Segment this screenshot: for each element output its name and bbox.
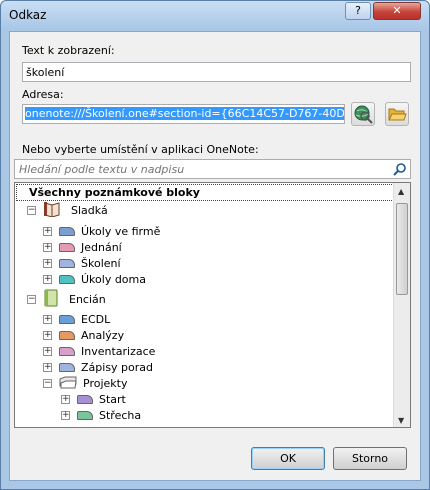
expand-box-icon[interactable]: + [43,362,52,372]
scroll-thumb[interactable] [396,203,408,295]
section-tab-icon [77,394,93,404]
browse-web-button[interactable] [351,102,375,126]
expand-box-icon[interactable]: + [43,346,52,356]
address-text: onenote:///Školení.one#section-id={66C14… [25,107,344,120]
title-bar: Odkaz ? ✕ [1,1,429,29]
tree-item[interactable]: + Analýzy [43,327,124,343]
help-button[interactable]: ? [345,2,371,20]
link-dialog: Odkaz ? ✕ Text k zobrazení: školení Adre… [0,0,430,490]
expand-box-icon[interactable]: + [43,314,52,324]
tree-item-label: Zápisy porad [81,360,154,374]
expand-box-icon[interactable]: + [43,330,52,340]
tree-item-partial: − [27,423,43,427]
collapse-box-icon[interactable]: − [27,426,36,427]
text-field[interactable]: školení [22,62,411,82]
dialog-body: Text k zobrazení: školení Adresa: onenot… [9,31,421,481]
folder-open-icon [388,108,407,121]
cancel-button[interactable]: Storno [333,447,407,470]
section-tab-icon [59,346,75,356]
section-group-icon [59,375,77,392]
tree-item[interactable]: + Střecha [61,407,141,423]
collapse-box-icon[interactable]: − [27,205,36,215]
tree-item[interactable]: + Jednání [43,239,122,255]
tree-item-label: Úkoly ve firmě [81,224,161,238]
tree-item-label: Střecha [99,408,142,422]
tree-item-label: Inventarizace [81,344,156,358]
address-field[interactable]: onenote:///Školení.one#section-id={66C14… [22,104,345,124]
notebook-icon [43,289,59,310]
notebook-tree[interactable]: Všechny poznámkové bloky − Sladká + Úkoly v… [14,182,411,428]
tree-item[interactable]: + Start [61,391,126,407]
expand-box-icon[interactable]: + [61,394,70,404]
text-label: Text k zobrazení: [22,44,115,57]
tree-item-label: Encián [69,292,106,306]
section-tab-icon [59,330,75,340]
pick-location-label: Nebo vyberte umístění v aplikaci OneNote… [22,143,259,156]
collapse-box-icon[interactable]: − [27,294,36,304]
tree-item[interactable]: + Inventarizace [43,343,155,359]
tree-item[interactable]: + Zápisy porad [43,359,153,375]
section-tab-icon [59,362,75,372]
search-input[interactable] [17,161,377,177]
tree-item[interactable]: + Úkoly doma [43,271,146,287]
section-tab-icon [77,410,93,420]
expand-box-icon[interactable]: + [61,410,70,420]
notebook-icon [43,201,61,220]
collapse-box-icon[interactable]: − [43,378,52,388]
tree-item-label: Start [99,392,126,406]
tree-item-label: Analýzy [81,328,125,342]
expand-box-icon[interactable]: + [43,274,52,284]
section-tab-icon [59,258,75,268]
expand-box-icon[interactable]: + [43,242,52,252]
section-tab-icon [59,314,75,324]
close-button[interactable]: ✕ [373,2,421,20]
tree-item[interactable]: − Sladká [27,201,108,220]
tree-item-label: ECDL [81,312,111,326]
window-title: Odkaz [9,8,47,22]
address-label: Adresa: [22,88,64,101]
tree-item[interactable]: − Encián [27,289,106,310]
tree-item-label: Školení [81,256,121,270]
tree-item-label: Projekty [83,376,128,390]
section-tab-icon [59,226,75,236]
tree-item-label: Sladká [71,203,108,217]
scroll-down-icon[interactable]: ▼ [398,416,404,425]
ok-button[interactable]: OK [251,447,325,470]
tree-item[interactable]: − Projekty [43,375,127,391]
section-tab-icon [59,242,75,252]
tree-item-label: Jednání [81,240,122,254]
tree-item-label: Úkoly doma [81,272,146,286]
scroll-up-icon[interactable]: ▲ [398,187,404,196]
expand-box-icon[interactable]: + [43,226,52,236]
search-icon[interactable] [393,162,407,176]
tree-scrollbar[interactable]: ▲ ▼ [393,183,410,427]
globe-search-icon [354,105,373,124]
search-box [14,159,411,179]
tree-item[interactable]: + Školení [43,255,121,271]
section-tab-icon [59,274,75,284]
browse-file-button[interactable] [385,102,409,126]
tree-header[interactable]: Všechny poznámkové bloky [16,184,394,201]
tree-item[interactable]: + ECDL [43,311,110,327]
tree-item[interactable]: + Úkoly ve firmě [43,223,160,239]
expand-box-icon[interactable]: + [43,258,52,268]
